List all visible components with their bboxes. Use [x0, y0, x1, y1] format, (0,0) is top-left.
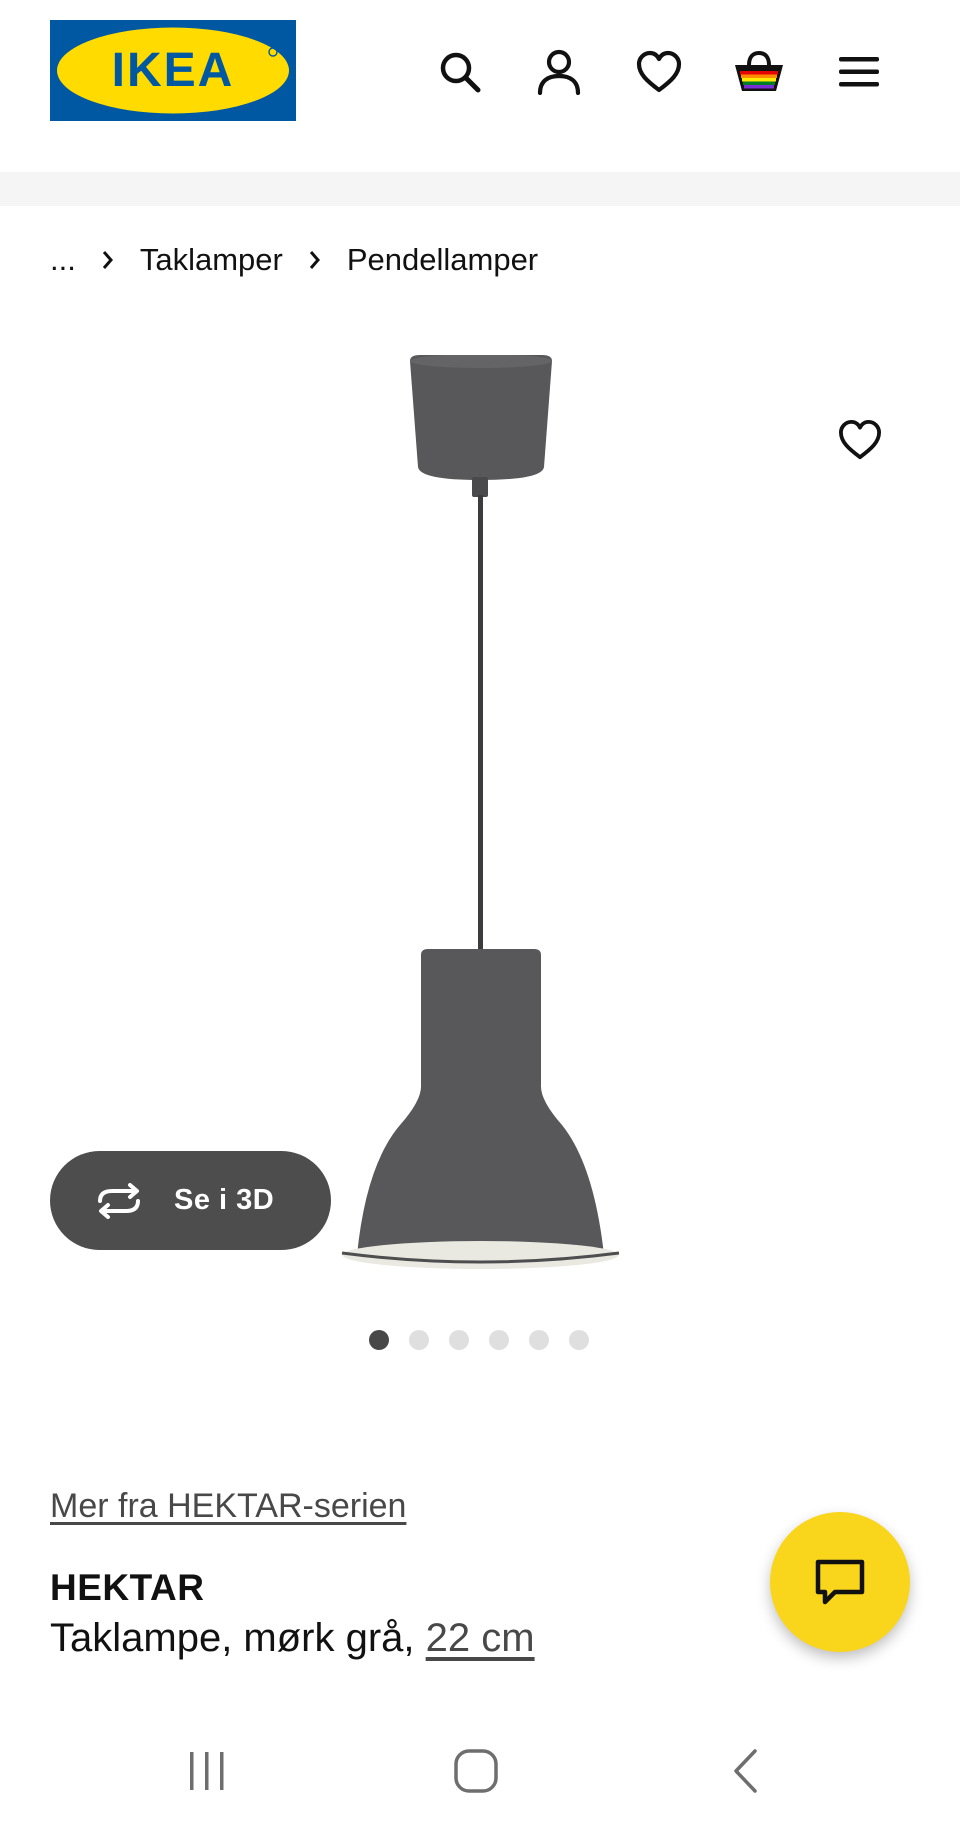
chat-icon: [815, 1559, 865, 1605]
chat-button[interactable]: [770, 1512, 910, 1652]
series-link[interactable]: Mer fra HEKTAR-serien: [50, 1487, 406, 1526]
gallery-dot-5[interactable]: [529, 1330, 549, 1350]
back-icon[interactable]: [710, 1736, 780, 1806]
product-name: HEKTAR: [50, 1567, 205, 1608]
gallery-dot-1[interactable]: [369, 1330, 389, 1350]
gallery-dot-2[interactable]: [409, 1330, 429, 1350]
breadcrumb-taklamper[interactable]: Taklamper: [140, 242, 283, 278]
gallery-dot-6[interactable]: [569, 1330, 589, 1350]
product-description: Taklampe, mørk grå, 22 cm: [50, 1616, 535, 1661]
product-image-lamp: [341, 355, 620, 1269]
product-description-text: Taklampe, mørk grå,: [50, 1616, 426, 1660]
breadcrumb: ... Taklamper Pendellamper: [50, 240, 538, 280]
header-divider-band: [0, 172, 960, 206]
home-icon[interactable]: [441, 1736, 511, 1806]
favorites-heart-icon[interactable]: [631, 44, 687, 100]
site-header: IKEA: [0, 0, 960, 170]
basket-icon[interactable]: [731, 44, 787, 100]
logo-text: IKEA: [112, 44, 235, 97]
rotate-3d-icon: [92, 1181, 146, 1221]
product-image-gallery[interactable]: Se i 3D: [0, 300, 960, 1350]
gallery-dot-4[interactable]: [489, 1330, 509, 1350]
ikea-logo[interactable]: IKEA: [50, 20, 296, 121]
recent-apps-icon[interactable]: [172, 1736, 242, 1806]
breadcrumb-pendellamper[interactable]: Pendellamper: [347, 242, 538, 278]
gallery-pagination: [369, 1330, 589, 1350]
menu-icon[interactable]: [831, 44, 887, 100]
product-size-link[interactable]: 22 cm: [426, 1616, 535, 1660]
view-in-3d-label: Se i 3D: [174, 1184, 275, 1216]
view-in-3d-button[interactable]: Se i 3D: [50, 1151, 331, 1250]
chevron-right-icon: [102, 250, 114, 270]
chevron-right-icon: [309, 250, 321, 270]
search-icon[interactable]: [432, 44, 488, 100]
breadcrumb-ellipsis[interactable]: ...: [50, 242, 76, 278]
system-navigation-bar: [0, 1712, 960, 1822]
add-to-favorites-heart-icon[interactable]: [830, 412, 890, 468]
gallery-dot-3[interactable]: [449, 1330, 469, 1350]
account-icon[interactable]: [531, 44, 587, 100]
